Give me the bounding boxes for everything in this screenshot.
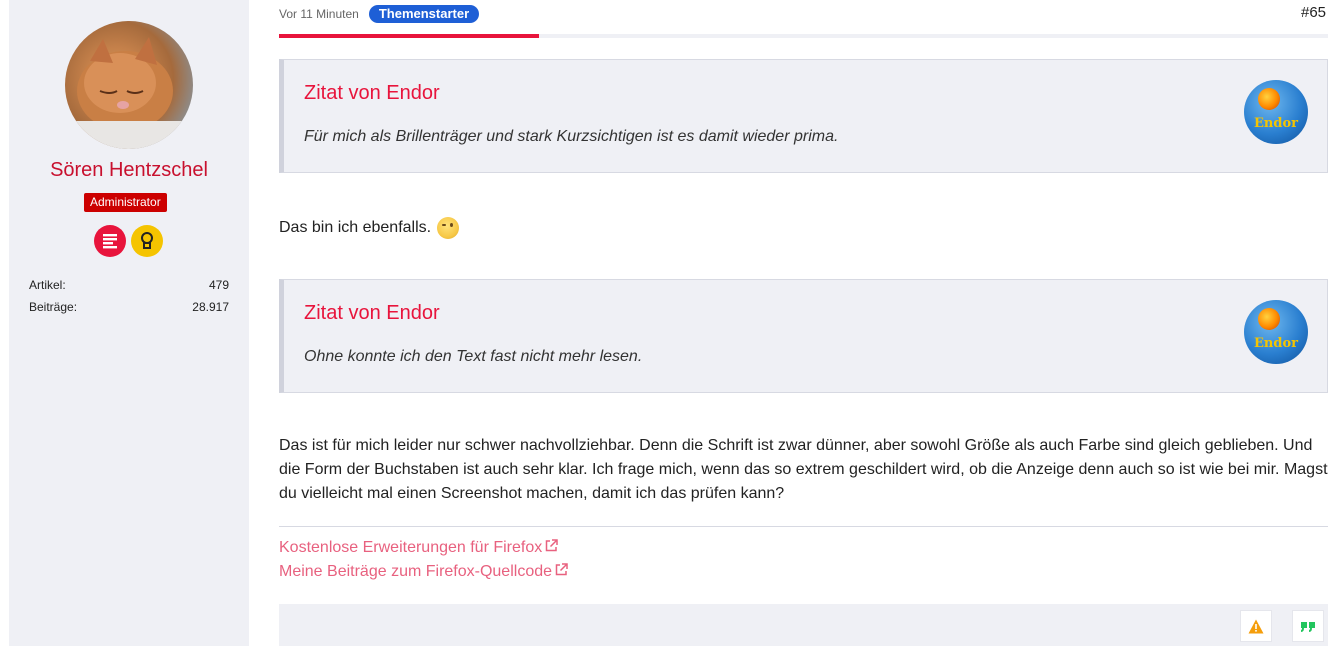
signature-link[interactable]: Kostenlose Erweiterungen für Firefox — [279, 539, 558, 557]
lightbulb-award-icon[interactable] — [131, 225, 163, 257]
stat-value: 479 — [208, 278, 229, 292]
stat-articles: Artikel: 479 — [29, 278, 229, 300]
quote-title[interactable]: Zitat von Endor — [304, 82, 440, 105]
quote-author-avatar[interactable]: Endor — [1244, 300, 1308, 364]
articles-award-icon[interactable] — [94, 225, 126, 257]
author-avatar[interactable] — [65, 21, 193, 149]
author-name[interactable]: Sören Hentzschel — [9, 159, 249, 182]
stat-label: Artikel: — [29, 278, 66, 292]
author-sidebar: Sören Hentzschel Administrator Artikel: … — [9, 0, 249, 646]
warning-icon — [1248, 619, 1264, 633]
reply-text: Das bin ich ebenfalls. — [279, 219, 432, 236]
report-button[interactable] — [1240, 610, 1272, 642]
external-link-icon — [545, 539, 558, 557]
read-progress-bar — [279, 34, 1328, 38]
quote-text: Ohne konnte ich den Text fast nicht mehr… — [304, 348, 643, 365]
quote-block: Zitat von Endor Ohne konnte ich den Text… — [279, 279, 1328, 393]
avatar-label: Endor — [1254, 336, 1298, 351]
post-meta: Vor 11 Minuten Themenstarter — [279, 5, 480, 23]
author-stats: Artikel: 479 Beiträge: 28.917 — [29, 278, 229, 322]
cat-photo-icon — [65, 37, 193, 149]
reply-paragraph: Das ist für mich leider nur schwer nachv… — [279, 437, 1328, 502]
external-link-icon — [555, 563, 568, 581]
quote-icon — [1300, 622, 1315, 632]
role-badge: Administrator — [84, 193, 167, 212]
post-footer — [279, 604, 1328, 646]
post-time[interactable]: Vor 11 Minuten — [279, 7, 359, 21]
firefox-logo-icon — [1258, 308, 1280, 330]
reply-paragraph: Das bin ich ebenfalls. — [279, 216, 460, 240]
quote-author-avatar[interactable]: Endor — [1244, 80, 1308, 144]
quote-text: Für mich als Brillenträger und stark Kur… — [304, 128, 839, 145]
quote-title[interactable]: Zitat von Endor — [304, 302, 440, 325]
stat-value: 28.917 — [192, 300, 229, 314]
post-number[interactable]: #65 — [1301, 4, 1326, 21]
read-progress-fill — [279, 34, 540, 38]
firefox-logo-icon — [1258, 88, 1280, 110]
quote-button[interactable] — [1292, 610, 1324, 642]
signature-link[interactable]: Meine Beiträge zum Firefox-Quellcode — [279, 563, 568, 581]
quote-block: Zitat von Endor Für mich als Brillenträg… — [279, 59, 1328, 173]
wink-emoji-icon — [437, 217, 460, 239]
stat-posts: Beiträge: 28.917 — [29, 300, 229, 322]
thread-starter-badge: Themenstarter — [368, 5, 480, 23]
stat-label: Beiträge: — [29, 300, 78, 314]
avatar-label: Endor — [1254, 116, 1298, 131]
signature-divider — [279, 526, 1328, 527]
